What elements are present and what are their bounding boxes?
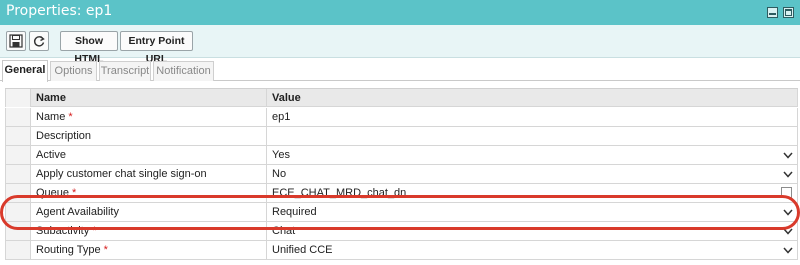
table-row: Agent Availability Required: [5, 203, 798, 222]
save-icon: [9, 34, 23, 48]
queue-lookup-field[interactable]: ECE_CHAT_MRD_chat_dn: [267, 184, 798, 202]
row-selector[interactable]: [5, 146, 31, 164]
maximize-icon[interactable]: [783, 7, 794, 18]
subactivity-dropdown[interactable]: Chat: [267, 222, 798, 240]
property-name: Name *: [31, 108, 267, 126]
active-dropdown[interactable]: Yes: [267, 146, 798, 164]
property-name: Queue *: [31, 184, 267, 202]
title-bar: Properties: ep1: [0, 0, 800, 25]
tab-notification[interactable]: Notification: [153, 61, 214, 81]
lookup-button[interactable]: [781, 187, 792, 198]
chevron-down-icon[interactable]: [783, 228, 793, 235]
row-selector[interactable]: [5, 222, 31, 240]
table-row: Queue * ECE_CHAT_MRD_chat_dn: [5, 184, 798, 203]
row-selector[interactable]: [5, 184, 31, 202]
agent-availability-dropdown[interactable]: Required: [267, 203, 798, 221]
table-row: Apply customer chat single sign-on No: [5, 165, 798, 184]
table-row: Routing Type * Unified CCE: [5, 241, 798, 260]
save-button[interactable]: [6, 31, 26, 51]
chevron-down-icon[interactable]: [783, 171, 793, 178]
chat-sso-dropdown[interactable]: No: [267, 165, 798, 183]
row-selector-header: [5, 89, 31, 107]
toolbar: Show HTML Entry Point URL: [0, 25, 800, 65]
routing-type-dropdown[interactable]: Unified CCE: [267, 241, 798, 259]
window-title: Properties: ep1: [6, 3, 113, 19]
row-selector[interactable]: [5, 165, 31, 183]
property-name: Apply customer chat single sign-on: [31, 165, 267, 183]
row-selector[interactable]: [5, 127, 31, 145]
tab-transcript[interactable]: Transcript: [99, 61, 151, 81]
refresh-icon: [33, 35, 45, 47]
entry-point-url-button[interactable]: Entry Point URL: [120, 31, 193, 65]
required-marker: *: [72, 187, 77, 199]
property-name: Subactivity *: [31, 222, 267, 240]
tab-strip: General Options Transcript Notification: [0, 59, 800, 82]
property-name: Description: [31, 127, 267, 145]
required-marker: *: [68, 111, 73, 123]
grid-header-row: Name Value: [5, 88, 798, 107]
table-row: Description: [5, 127, 798, 146]
value-column-header: Value: [267, 89, 798, 107]
table-row: Subactivity * Chat: [5, 222, 798, 241]
property-name: Routing Type *: [31, 241, 267, 259]
property-name: Active: [31, 146, 267, 164]
row-selector[interactable]: [5, 203, 31, 221]
tab-general[interactable]: General: [2, 60, 48, 82]
show-html-button[interactable]: Show HTML: [60, 31, 118, 65]
row-selector[interactable]: [5, 241, 31, 259]
chevron-down-icon[interactable]: [783, 247, 793, 254]
refresh-button[interactable]: [29, 31, 49, 51]
name-value-field[interactable]: ep1: [267, 108, 798, 126]
minimize-icon[interactable]: [767, 7, 778, 18]
chevron-down-icon[interactable]: [783, 209, 793, 216]
property-name: Agent Availability: [31, 203, 267, 221]
required-marker: *: [92, 225, 97, 237]
chevron-down-icon[interactable]: [783, 152, 793, 159]
required-marker: *: [103, 244, 108, 256]
tab-options[interactable]: Options: [50, 61, 97, 81]
name-column-header: Name: [31, 89, 267, 107]
table-row: Name * ep1: [5, 108, 798, 127]
table-row: Active Yes: [5, 146, 798, 165]
row-selector[interactable]: [5, 108, 31, 126]
description-value-field[interactable]: [267, 127, 798, 145]
